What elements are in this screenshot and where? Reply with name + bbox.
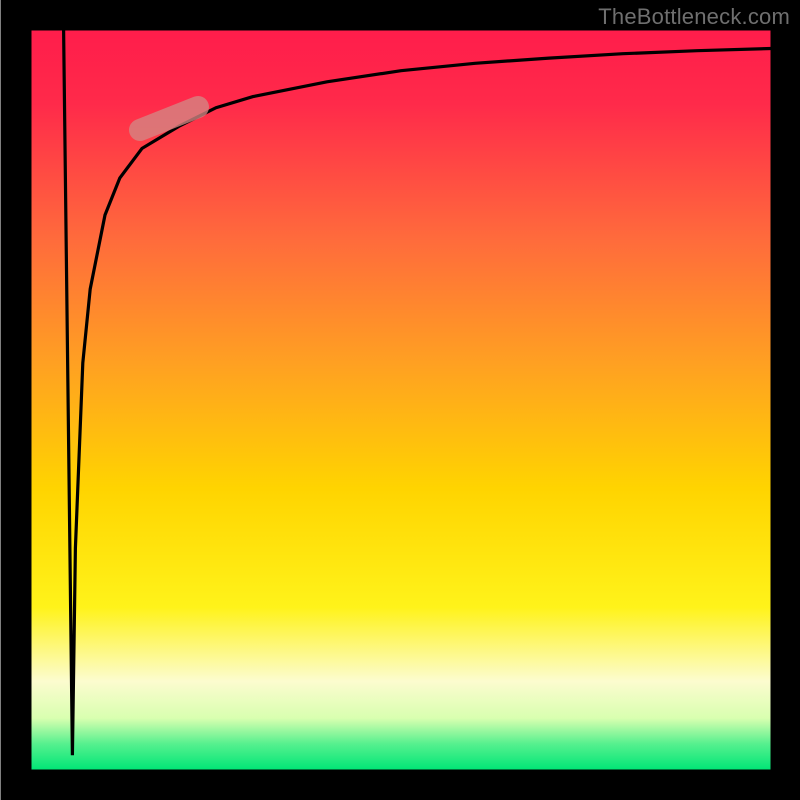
watermark-text: TheBottleneck.com (598, 4, 790, 30)
chart-svg (0, 0, 800, 800)
chart-canvas: TheBottleneck.com (0, 0, 800, 800)
plot-area (31, 30, 771, 770)
